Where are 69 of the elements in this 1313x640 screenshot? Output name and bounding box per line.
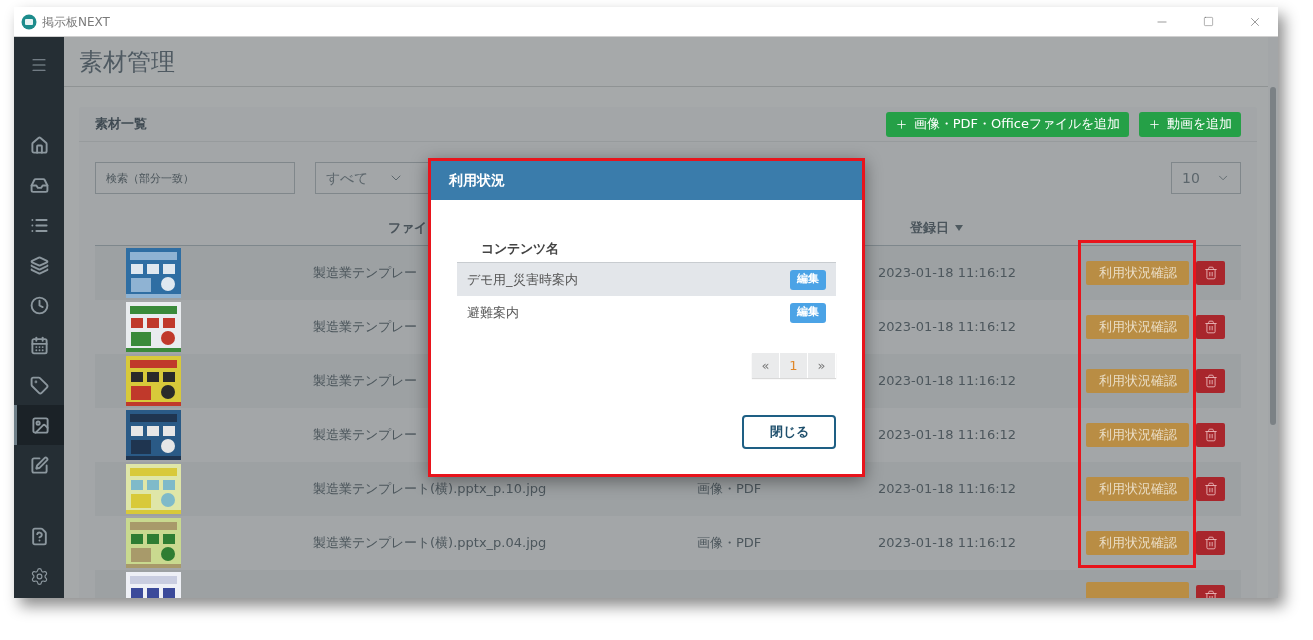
page-size-select[interactable]: 10 bbox=[1171, 162, 1241, 194]
trash-icon bbox=[1203, 320, 1218, 334]
file-name: 製造業テンプレー bbox=[313, 373, 417, 389]
scrollbar-thumb[interactable] bbox=[1270, 87, 1276, 425]
delete-button[interactable] bbox=[1196, 477, 1225, 501]
tray-icon bbox=[29, 175, 49, 195]
usage-check-button[interactable]: 利用状況確認 bbox=[1086, 477, 1189, 501]
delete-button[interactable] bbox=[1196, 315, 1225, 339]
add-button[interactable]: 動画を追加 bbox=[1139, 111, 1241, 137]
usage-check-button[interactable]: 利用状況確認 bbox=[1086, 423, 1189, 447]
search-field[interactable]: 検索（部分一致） bbox=[95, 162, 295, 194]
page-title: 素材管理 bbox=[79, 46, 175, 78]
add-button[interactable]: 画像・PDF・Officeファイルを追加 bbox=[885, 111, 1129, 137]
registered-date: 2023-01-18 11:16:12 bbox=[878, 427, 1017, 443]
image-icon bbox=[31, 415, 50, 435]
column-header[interactable]: ファイ bbox=[388, 217, 427, 238]
usage-check-button[interactable]: 利用状況確認 bbox=[1086, 261, 1189, 285]
file-name: 製造業テンプレー bbox=[313, 265, 417, 281]
card-title: 素材一覧 bbox=[95, 115, 147, 134]
delete-button[interactable] bbox=[1196, 261, 1225, 285]
column-header[interactable]: 登録日 bbox=[910, 217, 949, 238]
column-header: コンテンツ名 bbox=[481, 240, 559, 259]
registered-date: 2023-01-18 11:16:12 bbox=[878, 481, 1017, 497]
plus-icon bbox=[1148, 117, 1161, 131]
close-button[interactable]: 閉じる bbox=[742, 415, 836, 449]
trash-icon bbox=[1203, 536, 1218, 550]
edit-button[interactable]: 編集 bbox=[790, 302, 826, 323]
content-name: デモ用_災害時案内 bbox=[467, 270, 578, 289]
settings-icon bbox=[29, 566, 49, 586]
home-icon bbox=[29, 135, 49, 155]
trash-icon bbox=[1203, 428, 1218, 442]
delete-button[interactable] bbox=[1196, 369, 1225, 393]
delete-button[interactable] bbox=[1196, 531, 1225, 555]
file-type: 画像・PDF bbox=[697, 481, 762, 497]
edit-button[interactable]: 編集 bbox=[790, 269, 826, 290]
trash-icon bbox=[1203, 266, 1218, 280]
tag-icon bbox=[29, 375, 49, 395]
dialog-title: 利用状況 bbox=[449, 171, 505, 190]
page-button[interactable]: » bbox=[808, 353, 836, 378]
registered-date: 2023-01-18 11:16:12 bbox=[878, 319, 1017, 335]
clock-icon bbox=[29, 295, 49, 315]
file-name: 製造業テンプレート(横).pptx_p.04.jpg bbox=[313, 535, 547, 551]
maximize-icon[interactable] bbox=[1203, 16, 1214, 27]
help-icon bbox=[29, 526, 49, 546]
app-logo-icon bbox=[21, 13, 37, 30]
file-type: 画像・PDF bbox=[697, 535, 762, 551]
edit-icon bbox=[29, 455, 49, 475]
layers-icon bbox=[29, 255, 49, 275]
trash-icon bbox=[1203, 374, 1218, 388]
trash-icon bbox=[1203, 482, 1218, 496]
plus-icon bbox=[894, 117, 908, 131]
delete-button[interactable] bbox=[1196, 423, 1225, 447]
page-button[interactable]: 1 bbox=[780, 353, 808, 378]
window-title: 掲示板NEXT bbox=[42, 13, 110, 31]
usage-check-button[interactable]: 利用状況確認 bbox=[1086, 531, 1189, 555]
content-name: 避難案内 bbox=[467, 303, 519, 322]
usage-check-button[interactable]: 利用状況確認 bbox=[1086, 315, 1189, 339]
file-name: 製造業テンプレー bbox=[313, 319, 417, 335]
calendar-icon bbox=[29, 335, 49, 355]
registered-date: 2023-01-18 11:16:12 bbox=[878, 265, 1017, 281]
menu-icon bbox=[30, 56, 48, 74]
file-name: 製造業テンプレート(横).pptx_p.10.jpg bbox=[313, 481, 547, 497]
file-name: 製造業テンプレー bbox=[313, 427, 417, 443]
content-row[interactable]: デモ用_災害時案内 編集 bbox=[457, 263, 836, 296]
registered-date: 2023-01-18 11:16:12 bbox=[878, 535, 1017, 551]
usage-check-button[interactable]: 利用状況確認 bbox=[1086, 369, 1189, 393]
page-button[interactable]: « bbox=[752, 353, 780, 378]
registered-date: 2023-01-18 11:16:12 bbox=[878, 373, 1017, 389]
sidebar-item[interactable] bbox=[14, 405, 64, 445]
